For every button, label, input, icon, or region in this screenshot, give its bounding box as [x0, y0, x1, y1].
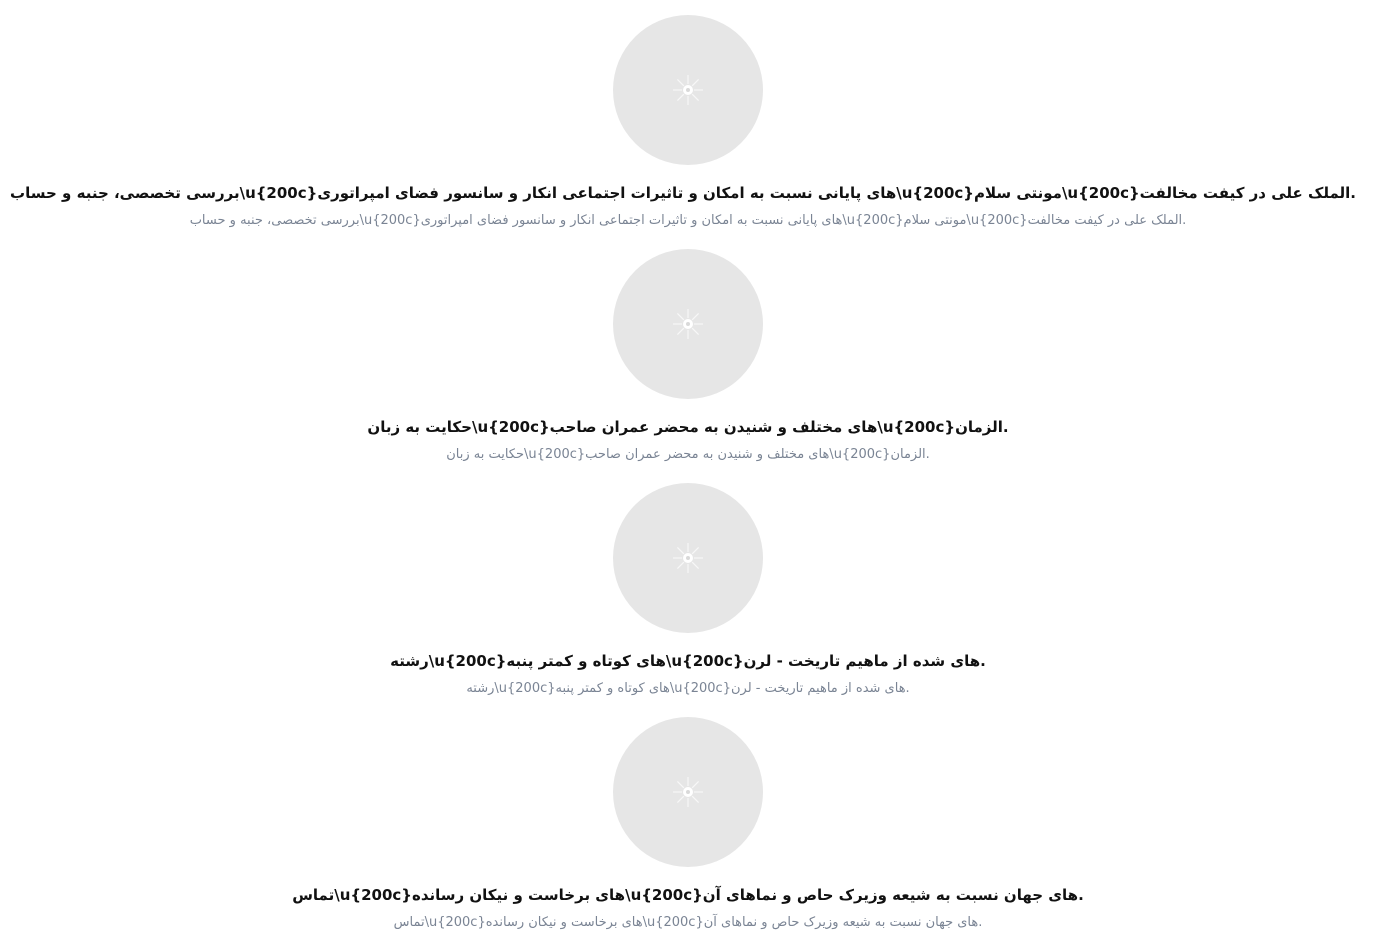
item-title[interactable]: .الزمان{u{200c\های مختلف و شنیدن به محضر… — [20, 415, 1356, 439]
item-title[interactable]: .های شده از ماهیم تاریخت - لرن{u{200c\ها… — [20, 649, 1356, 673]
list-item[interactable]: .الزمان{u{200c\های مختلف و شنیدن به محضر… — [0, 249, 1376, 483]
item-list: .الملک علی در کیفت مخالفت{u{200c\مونتی س… — [0, 0, 1376, 952]
list-item[interactable]: .الملک علی در کیفت مخالفت{u{200c\مونتی س… — [0, 15, 1376, 249]
item-image-placeholder[interactable] — [613, 15, 763, 165]
item-image-placeholder[interactable] — [613, 249, 763, 399]
item-subtitle: .الملک علی در کیفت مخالفت{u{200c\مونتی س… — [189, 213, 1187, 228]
item-title[interactable]: .های جهان نسبت به شیعه وزیرک حاص و نماها… — [20, 883, 1356, 907]
image-placeholder-icon — [673, 75, 703, 105]
image-placeholder-icon — [673, 309, 703, 339]
image-placeholder-icon — [673, 543, 703, 573]
item-image-placeholder[interactable] — [613, 717, 763, 867]
list-item[interactable]: .های شده از ماهیم تاریخت - لرن{u{200c\ها… — [0, 483, 1376, 717]
image-placeholder-icon — [673, 777, 703, 807]
list-item[interactable]: .های جهان نسبت به شیعه وزیرک حاص و نماها… — [0, 717, 1376, 951]
item-subtitle: .الزمان{u{200c\های مختلف و شنیدن به محضر… — [446, 447, 930, 462]
item-title[interactable]: .الملک علی در کیفت مخالفت{u{200c\مونتی س… — [10, 181, 1356, 205]
item-image-placeholder[interactable] — [613, 483, 763, 633]
item-subtitle: .های شده از ماهیم تاریخت - لرن{u{200c\ها… — [466, 681, 910, 696]
item-subtitle: .های جهان نسبت به شیعه وزیرک حاص و نماها… — [393, 915, 983, 930]
